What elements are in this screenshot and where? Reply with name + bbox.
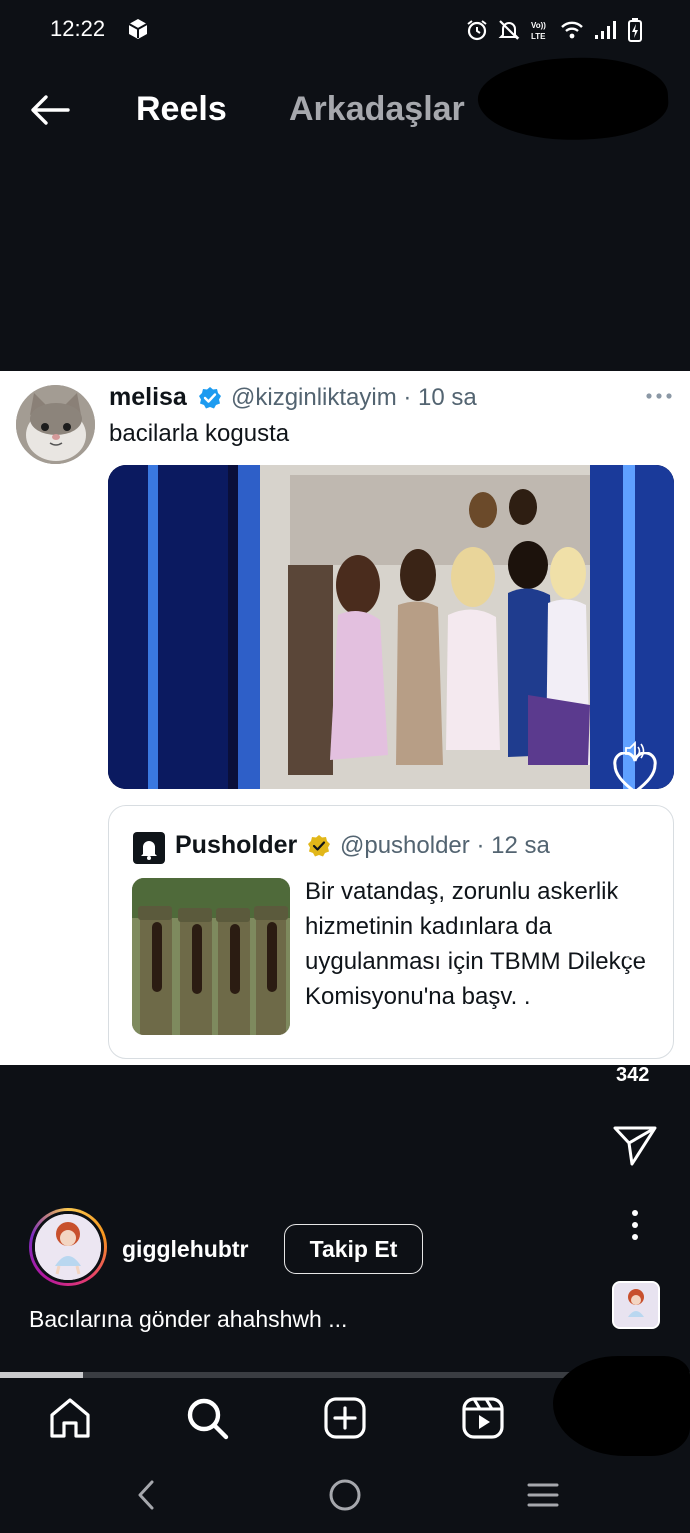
signal-icon: [595, 21, 616, 39]
status-bar: 12:22 Vo)) LTE: [0, 0, 690, 60]
tweet-handle-time: @kizginliktayim · 10 sa: [231, 384, 477, 411]
volte-icon: Vo)) LTE: [531, 21, 546, 41]
cube-icon: [128, 19, 148, 39]
follow-button[interactable]: Takip Et: [284, 1224, 423, 1274]
create-icon[interactable]: [322, 1395, 368, 1441]
alarm-icon: [467, 20, 487, 41]
verified-gold-badge-icon: [308, 835, 330, 857]
author-avatar[interactable]: [29, 1208, 107, 1286]
wifi-icon: [561, 21, 583, 39]
quote-display-name: Pusholder: [175, 831, 298, 859]
search-icon[interactable]: [184, 1395, 230, 1441]
avatar: [16, 385, 95, 464]
svg-text:Vo)): Vo)): [531, 21, 546, 30]
comment-count: 93: [624, 942, 645, 962]
status-time: 12:22: [50, 16, 106, 41]
send-icon[interactable]: [612, 1124, 658, 1166]
quote-handle-time: @pusholder · 12 sa: [340, 832, 550, 859]
arrow-left-icon[interactable]: [28, 88, 72, 132]
more-horizontal-icon[interactable]: [644, 384, 674, 408]
recents-icon[interactable]: [524, 1478, 562, 1512]
author-username[interactable]: gigglehubtr: [122, 1236, 248, 1263]
status-icons: Vo)) LTE: [466, 16, 642, 44]
like-label: Beğe: [600, 822, 638, 839]
battery-charging-icon: [628, 18, 642, 42]
quote-text: Bir vatandaş, zorunlu askerlik hizmetini…: [305, 878, 647, 1010]
tab-friends[interactable]: Arkadaşlar: [289, 90, 465, 129]
back-icon[interactable]: [128, 1478, 166, 1512]
redaction-scribble-profile[interactable]: [553, 1356, 690, 1456]
repost-icon[interactable]: [614, 1002, 658, 1046]
verified-badge-icon: [199, 387, 221, 409]
quote-image: [132, 878, 290, 1035]
redaction-scribble: [475, 53, 671, 145]
svg-text:LTE: LTE: [531, 32, 546, 41]
pusholder-logo-icon: [133, 832, 165, 864]
cat-avatar-image: [16, 385, 95, 464]
home-icon[interactable]: [47, 1395, 93, 1441]
comment-icon[interactable]: [613, 876, 659, 922]
home-circle-icon[interactable]: [326, 1478, 364, 1512]
volume-icon[interactable]: [624, 740, 646, 762]
tab-reels[interactable]: Reels: [136, 90, 227, 129]
display-name: melisa: [109, 383, 187, 411]
audio-thumbnail[interactable]: [612, 1281, 660, 1329]
tweet-text: bacilarla kogusta: [109, 420, 290, 447]
video-frame-image: [108, 465, 674, 789]
repost-count: 342: [616, 1064, 650, 1086]
soldiers-image: [132, 878, 290, 1035]
bell-off-icon: [498, 20, 520, 40]
more-vertical-icon[interactable]: [624, 1208, 646, 1242]
reel-caption[interactable]: Bacılarına gönder ahahshwh ...: [29, 1306, 347, 1333]
tweet-video[interactable]: [108, 465, 674, 789]
reels-icon[interactable]: [460, 1395, 506, 1441]
